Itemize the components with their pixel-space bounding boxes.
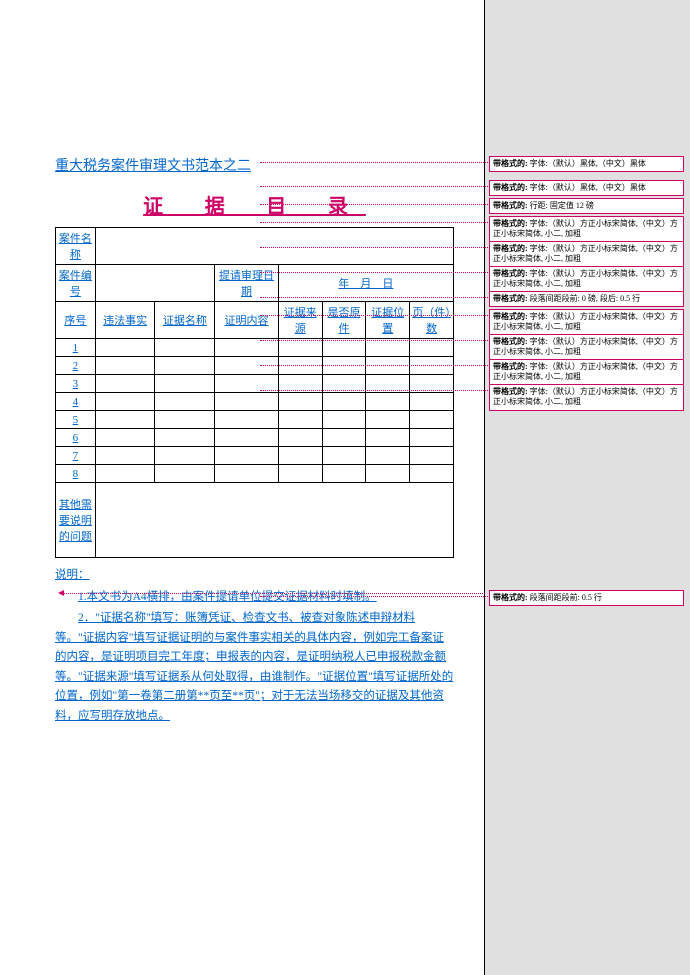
case-name-cell (95, 228, 453, 265)
notes-label: 说明： (55, 566, 454, 586)
row-6: 6 (56, 429, 96, 447)
content-area: 重大税务案件审理文书范本之二 证 据 目 录 案件名称 案件编号提请审理日期年 … (0, 0, 484, 726)
col-seq: 序号 (56, 302, 96, 339)
format-annotation: 带格式的: 字体:（默认）黑体,（中文）黑体 (489, 156, 684, 172)
evidence-table: 案件名称 案件编号 提请审理日期年 月 日 序号 违法事实 证据名称 证明内容 证… (55, 227, 454, 558)
row-5: 5 (56, 411, 96, 429)
other-cell (95, 483, 453, 558)
col-orig: 是否原件 (322, 302, 366, 339)
format-annotation: 带格式的: 字体:（默认）方正小标宋简体,（中文）方正小标宋简体, 小二, 加粗 (489, 216, 684, 243)
row-1: 1 (56, 339, 96, 357)
case-name-label: 案件名称 (56, 228, 96, 265)
date-cell: 年 月 日 (278, 265, 453, 302)
format-annotation: 带格式的: 字体:（默认）方正小标宋简体,（中文）方正小标宋简体, 小二, 加粗 (489, 309, 684, 336)
format-annotation: 带格式的: 字体:（默认）方正小标宋简体,（中文）方正小标宋简体, 小二, 加粗 (489, 334, 684, 361)
leader-line (260, 596, 488, 597)
note-2: 2．"证据名称"填写：账簿凭证、检查文书、被查对象陈述申辩材料等。"证据内容"填… (55, 609, 454, 726)
document-subtitle: 重大税务案件审理文书范本之二 (55, 155, 454, 175)
leader-line (260, 340, 488, 341)
format-annotation: 带格式的: 行距: 固定值 12 磅 (489, 198, 684, 214)
col-source: 证据来源 (278, 302, 322, 339)
leader-line (260, 297, 488, 298)
leader-line (260, 365, 488, 366)
leader-line (260, 315, 488, 316)
notes-section: 说明： 1.本文书为A4横排，由案件提请单位提交证据材料时填制。 2．"证据名称… (55, 566, 454, 726)
leader-line (260, 272, 488, 273)
format-annotation: 带格式的: 字体:（默认）方正小标宋简体,（中文）方正小标宋简体, 小二, 加粗 (489, 359, 684, 386)
format-annotation: 带格式的: 字体:（默认）方正小标宋简体,（中文）方正小标宋简体, 小二, 加粗 (489, 266, 684, 293)
row-2: 2 (56, 357, 96, 375)
row-7: 7 (56, 447, 96, 465)
annotations-sidebar: 带格式的: 字体:（默认）黑体,（中文）黑体带格式的: 字体:（默认）黑体,（中… (485, 0, 690, 975)
note-1: 1.本文书为A4横排，由案件提请单位提交证据材料时填制。 (55, 588, 454, 608)
row-8: 8 (56, 465, 96, 483)
format-annotation: 带格式的: 段落间距段前: 0.5 行 (489, 590, 684, 606)
case-no-label: 案件编号 (56, 265, 96, 302)
leader-line (260, 247, 488, 248)
leader-line (260, 222, 488, 223)
row-4: 4 (56, 393, 96, 411)
leader-line (260, 186, 488, 187)
leader-line (260, 204, 488, 205)
col-content: 证明内容 (215, 302, 279, 339)
leader-line (260, 390, 488, 391)
leader-line (260, 162, 488, 163)
format-annotation: 带格式的: 字体:（默认）黑体,（中文）黑体 (489, 180, 684, 196)
col-evname: 证据名称 (155, 302, 215, 339)
case-no-cell (95, 265, 214, 302)
leader-line (64, 593, 485, 594)
col-fact: 违法事实 (95, 302, 155, 339)
col-loc: 证据位置 (366, 302, 410, 339)
format-annotation: 带格式的: 字体:（默认）方正小标宋简体,（中文）方正小标宋简体, 小二, 加粗 (489, 241, 684, 268)
submit-date-label: 提请审理日期 (215, 265, 279, 302)
format-annotation: 带格式的: 段落间距段前: 0 磅, 段后: 0.5 行 (489, 291, 684, 307)
document-page: 重大税务案件审理文书范本之二 证 据 目 录 案件名称 案件编号提请审理日期年 … (0, 0, 485, 975)
format-annotation: 带格式的: 字体:（默认）方正小标宋简体,（中文）方正小标宋简体, 小二, 加粗 (489, 384, 684, 411)
other-label: 其他需要说明的问题 (56, 483, 96, 558)
row-3: 3 (56, 375, 96, 393)
col-pages: 页（件）数 (410, 302, 454, 339)
